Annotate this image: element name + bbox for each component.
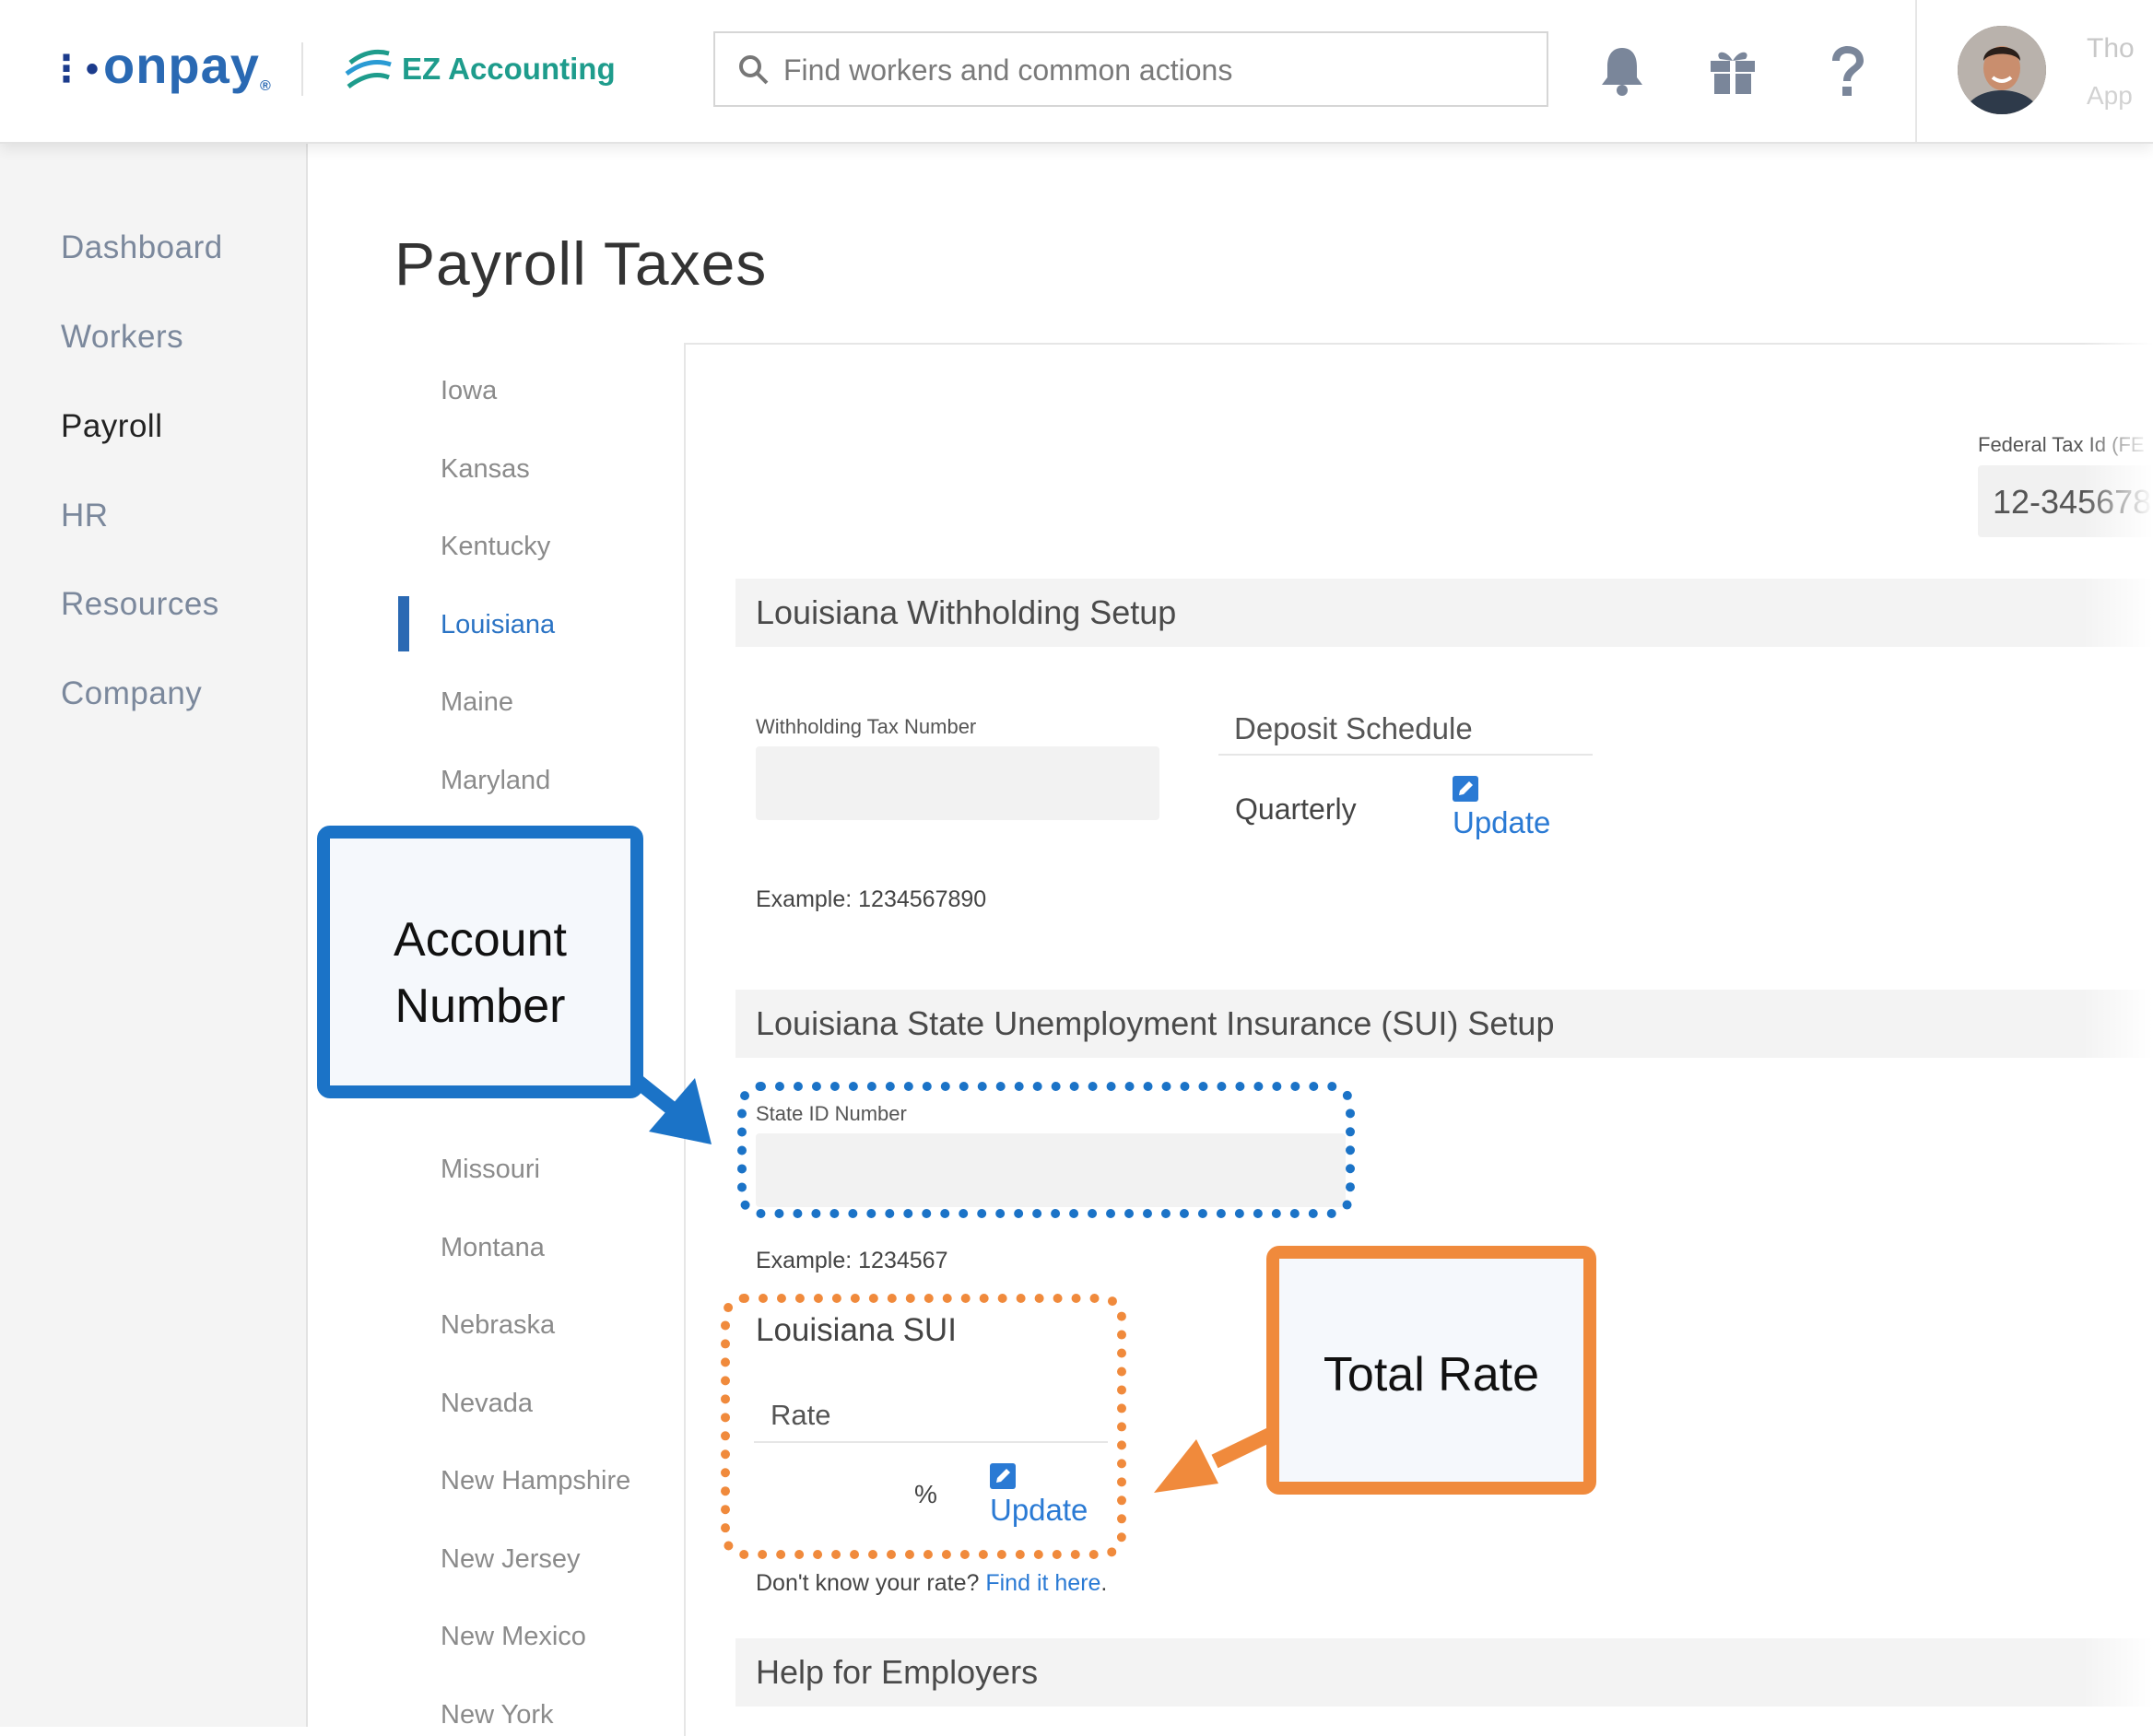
state-item-nevada[interactable]: Nevada	[441, 1389, 533, 1419]
state-item-louisiana[interactable]: Louisiana	[441, 610, 555, 640]
ez-accounting-icon	[345, 49, 392, 89]
state-item-new-mexico[interactable]: New Mexico	[441, 1622, 586, 1652]
gift-icon[interactable]	[1707, 44, 1759, 96]
user-name[interactable]: Tho	[2087, 33, 2135, 65]
search-box[interactable]	[713, 31, 1548, 107]
user-role: App	[2087, 81, 2133, 110]
state-item-missouri[interactable]: Missouri	[441, 1155, 540, 1185]
callout-total-rate-text: Total Rate	[1323, 1348, 1540, 1402]
sui-section-title: Louisiana State Unemployment Insurance (…	[756, 1004, 1555, 1042]
dont-know-rate-text: Don't know your rate? Find it here.	[756, 1570, 1107, 1597]
avatar-portrait-icon	[1958, 26, 2046, 114]
ez-accounting-label: EZ Accounting	[402, 52, 616, 86]
find-rate-suffix: .	[1100, 1570, 1108, 1596]
deposit-update-button[interactable]: Update	[1453, 776, 1550, 840]
top-header: ⋮•onpay® EZ Accounting Find workers and …	[0, 0, 2153, 144]
withholding-example-hint: Example: 1234567890	[756, 886, 987, 912]
search-input[interactable]	[782, 48, 1523, 92]
sidebar: Dashboard Workers Payroll HR Resources C…	[0, 142, 308, 1727]
selected-state-indicator	[398, 596, 409, 651]
state-id-example-hint: Example: 1234567	[756, 1248, 948, 1273]
dont-know-rate-prompt: Don't know your rate?	[756, 1570, 980, 1596]
help-question-icon[interactable]	[1827, 44, 1867, 100]
federal-tax-id-label: Federal Tax Id (FE	[1978, 433, 2145, 456]
deposit-schedule-title: Deposit Schedule	[1234, 711, 1473, 745]
nav-item-resources[interactable]: Resources	[61, 586, 219, 623]
nav-item-payroll[interactable]: Payroll	[61, 408, 162, 445]
state-item-nebraska[interactable]: Nebraska	[441, 1310, 555, 1341]
state-item-new-hampshire[interactable]: New Hampshire	[441, 1466, 630, 1496]
sui-rate-highlight	[721, 1294, 1126, 1559]
state-item-maryland[interactable]: Maryland	[441, 766, 550, 796]
nav-item-hr[interactable]: HR	[61, 498, 109, 534]
help-section-title: Help for Employers	[756, 1653, 1039, 1691]
bell-icon[interactable]	[1598, 44, 1646, 96]
onpay-logo[interactable]: ⋮•onpay®	[48, 35, 272, 95]
callout-account-line1: Account	[394, 913, 567, 967]
state-item-maine[interactable]: Maine	[441, 687, 513, 718]
brand-divider	[301, 42, 303, 96]
federal-tax-id-value: 12-345678	[1993, 483, 2152, 521]
account-number-callout: Account Number	[317, 826, 643, 1098]
withholding-tax-number-label: Withholding Tax Number	[756, 715, 977, 738]
nav-item-workers[interactable]: Workers	[61, 319, 183, 356]
state-item-iowa[interactable]: Iowa	[441, 376, 497, 406]
deposit-update-label[interactable]: Update	[1453, 805, 1550, 840]
edit-pencil-icon	[1453, 776, 1478, 802]
state-item-new-york[interactable]: New York	[441, 1700, 554, 1730]
total-rate-callout: Total Rate	[1266, 1246, 1596, 1495]
page-title: Payroll Taxes	[394, 229, 768, 298]
state-item-new-jersey[interactable]: New Jersey	[441, 1544, 581, 1575]
nav-item-dashboard[interactable]: Dashboard	[61, 229, 223, 266]
state-id-highlight	[737, 1082, 1355, 1218]
deposit-schedule-divider	[1218, 754, 1593, 756]
logo-dots-icon: ⋮•	[48, 49, 100, 90]
withholding-tax-number-input[interactable]	[756, 746, 1159, 820]
nav-item-company[interactable]: Company	[61, 675, 202, 712]
deposit-schedule-value: Quarterly	[1235, 792, 1357, 826]
withholding-section-title: Louisiana Withholding Setup	[756, 593, 1177, 631]
state-item-kentucky[interactable]: Kentucky	[441, 532, 550, 562]
user-avatar[interactable]	[1958, 26, 2046, 114]
header-divider	[1915, 0, 1917, 142]
find-rate-link[interactable]: Find it here	[985, 1570, 1100, 1596]
state-item-montana[interactable]: Montana	[441, 1233, 545, 1263]
search-icon	[739, 55, 769, 85]
state-item-kansas[interactable]: Kansas	[441, 454, 530, 485]
callout-account-line2: Number	[394, 979, 566, 1033]
